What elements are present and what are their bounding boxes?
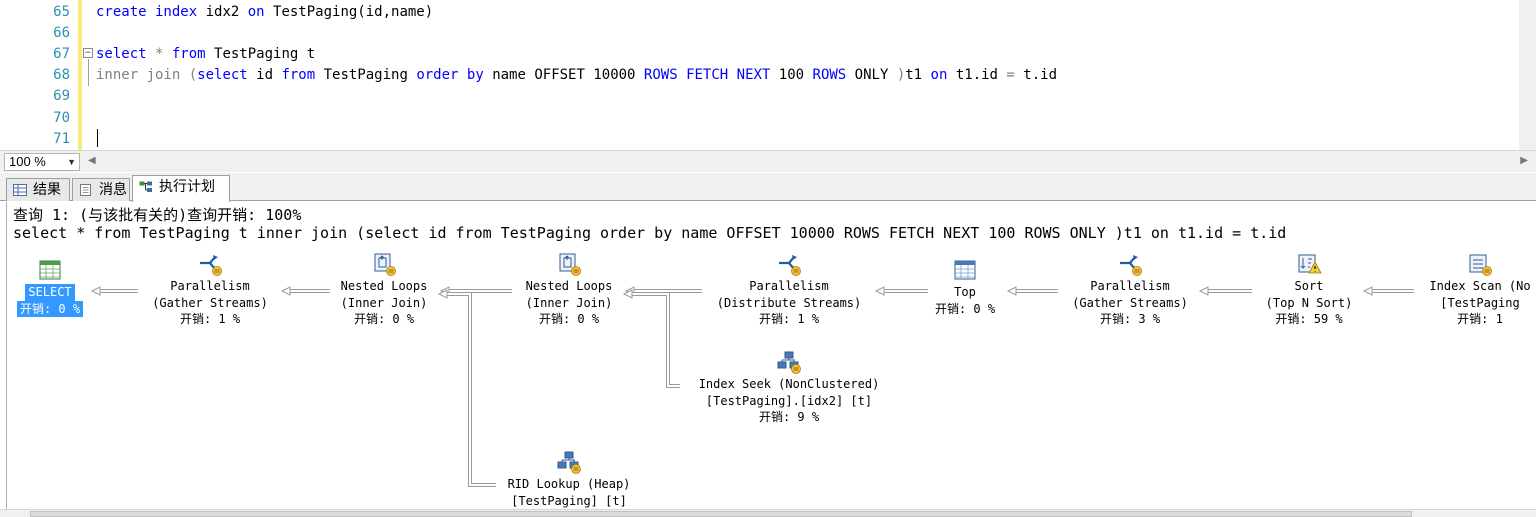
code-token: t.id xyxy=(1014,67,1058,83)
collapse-toggle-icon[interactable]: − xyxy=(83,48,93,58)
tab-messages[interactable]: 消息 xyxy=(72,178,130,201)
line-number: 68 xyxy=(53,67,70,83)
change-tracking-bar xyxy=(78,0,82,150)
code-line: create index idx2 on TestPaging(id,name) xyxy=(96,2,433,23)
line-number-gutter: 65 66 67 68 69 70 71 xyxy=(0,0,78,150)
operator-cost: 开销: 9 % xyxy=(758,410,820,424)
index-scan-icon xyxy=(1469,254,1492,276)
grid-icon xyxy=(13,184,27,196)
code-token: from xyxy=(171,46,206,62)
plan-operator-seek[interactable]: Index Seek (NonClustered) [TestPaging].[i… xyxy=(679,350,899,426)
operator-cost: 开销: 0 % xyxy=(16,300,84,317)
parallelism-icon xyxy=(200,255,222,276)
code-token: ( xyxy=(180,67,198,83)
code-token: order by xyxy=(416,67,484,83)
editor-vertical-scrollbar[interactable] xyxy=(1519,0,1536,150)
operator-name: Index Seek (NonClustered) xyxy=(698,377,880,391)
scroll-right-icon[interactable]: ▶ xyxy=(1520,155,1528,166)
line-number: 71 xyxy=(53,131,70,147)
code-token: create index xyxy=(96,4,198,20)
zoom-dropdown[interactable]: 100 % ▼ xyxy=(4,153,80,171)
nested-loops-icon xyxy=(559,253,581,276)
code-token: select xyxy=(96,46,147,62)
outline-guide xyxy=(88,59,89,86)
code-token: select xyxy=(197,67,248,83)
sql-editor[interactable]: 65 66 67 68 69 70 71 − create index idx2 on Te… xyxy=(0,0,1536,150)
line-number: 66 xyxy=(53,25,70,41)
nested-loops-icon xyxy=(374,253,396,276)
chevron-down-icon[interactable]: ▼ xyxy=(67,154,76,170)
operator-name: SELECT xyxy=(25,284,75,301)
code-token: TestPaging xyxy=(315,67,417,83)
operator-cost: 开销: 0 % xyxy=(538,312,600,326)
code-token: on xyxy=(247,4,265,20)
sort-warning-icon xyxy=(1298,254,1322,274)
code-token: ROWS xyxy=(812,67,847,83)
line-number: 67 xyxy=(53,46,70,62)
code-token: TestPaging t xyxy=(205,46,316,62)
code-token: 100 xyxy=(770,67,813,83)
code-token: * xyxy=(146,46,172,62)
tab-execution-plan[interactable]: 执行计划 xyxy=(132,175,230,202)
tab-results[interactable]: 结果 xyxy=(6,178,70,201)
operator-cost: 开销: 1 xyxy=(1457,312,1503,326)
parallelism-icon xyxy=(779,255,801,276)
code-token: TestPaging(id,name) xyxy=(264,4,434,20)
code-token: inner join xyxy=(96,67,181,83)
tab-label: 消息 xyxy=(99,181,127,197)
code-token: from xyxy=(281,67,316,83)
code-token: id xyxy=(247,67,282,83)
plan-operator-rid[interactable]: RID Lookup (Heap) [TestPaging] [t] xyxy=(459,450,679,509)
execution-plan-pane[interactable]: 查询 1: (与该批有关的)查询开销: 100% select * from T… xyxy=(0,202,1536,517)
execution-plan-icon xyxy=(139,181,152,192)
operator-name: Nested Loops xyxy=(525,279,613,293)
plan-operator-nl2[interactable]: Nested Loops (Inner Join) 开销: 0 % xyxy=(459,252,679,328)
code-token: idx2 xyxy=(197,4,248,20)
zoom-value: 100 % xyxy=(9,154,46,169)
code-token: ROWS FETCH NEXT xyxy=(643,67,771,83)
code-token: ONLY xyxy=(846,67,897,83)
text-caret xyxy=(97,129,98,147)
line-number: 70 xyxy=(53,110,70,126)
results-tab-strip: 结果 消息 执行计划 xyxy=(0,173,1536,202)
code-token: t1 xyxy=(905,67,931,83)
plan-horizontal-scrollbar[interactable] xyxy=(0,509,1536,517)
tab-label: 执行计划 xyxy=(159,178,215,194)
code-token: t1.id xyxy=(947,67,1007,83)
operator-detail: [TestPaging xyxy=(1440,295,1520,310)
editor-status-bar: 100 % ▼ ◀ ▶ xyxy=(0,150,1536,172)
code-token: = xyxy=(1006,67,1015,83)
code-token: name OFFSET 10000 xyxy=(483,67,644,83)
scroll-left-icon[interactable]: ◀ xyxy=(88,155,96,166)
index-seek-icon xyxy=(777,351,801,374)
parallelism-icon xyxy=(1120,255,1142,276)
rid-lookup-icon xyxy=(557,451,581,474)
code-line: select * from TestPaging t xyxy=(96,44,315,65)
scrollbar-thumb[interactable] xyxy=(30,511,1412,517)
select-icon xyxy=(39,260,61,280)
operator-detail: (Inner Join) xyxy=(525,295,613,310)
plan-operator-scan[interactable]: Index Scan (No [TestPaging 开销: 1 xyxy=(1370,252,1536,328)
code-token: on xyxy=(930,67,948,83)
operator-name: RID Lookup (Heap) xyxy=(507,477,631,491)
line-number: 65 xyxy=(53,4,70,20)
operator-name: Index Scan (No xyxy=(1429,279,1531,293)
code-line: inner join (select id from TestPaging or… xyxy=(96,65,1057,86)
tab-label: 结果 xyxy=(33,181,61,197)
operator-detail: [TestPaging] [t] xyxy=(511,493,627,508)
top-icon xyxy=(954,260,976,280)
code-token: ) xyxy=(896,67,906,83)
operator-detail: [TestPaging].[idx2] [t] xyxy=(705,393,873,408)
messages-icon xyxy=(80,184,91,196)
line-number: 69 xyxy=(53,88,70,104)
